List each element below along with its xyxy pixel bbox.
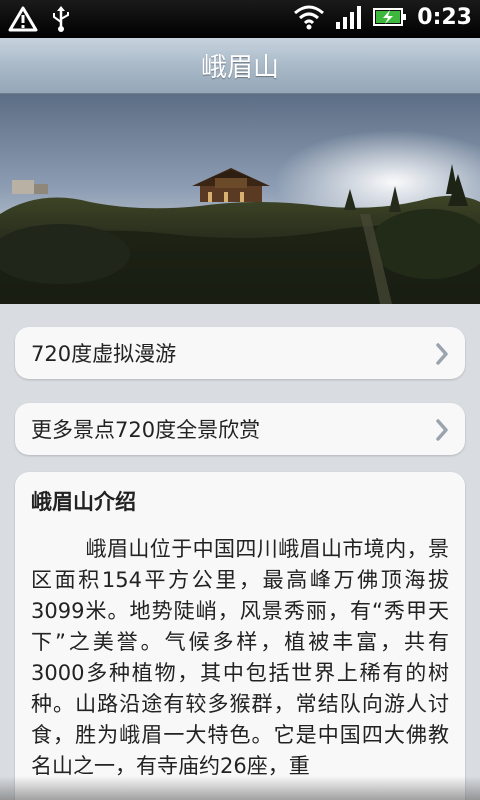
intro-card: 峨眉山介绍 峨眉山位于中国四川峨眉山市境内，景区面积154平方公里，最高峰万佛顶… xyxy=(15,472,465,800)
panorama-image[interactable] xyxy=(0,94,480,304)
chevron-right-icon xyxy=(436,419,448,441)
menu-item-more-panoramas[interactable]: 更多景点720度全景欣赏 xyxy=(15,403,465,455)
status-bar: 0:23 xyxy=(0,0,480,38)
menu-item-label: 更多景点720度全景欣赏 xyxy=(31,418,261,442)
warning-icon xyxy=(8,6,38,32)
battery-charging-icon xyxy=(373,8,407,26)
page-title: 峨眉山 xyxy=(200,53,279,83)
chevron-right-icon xyxy=(436,343,448,365)
usb-icon xyxy=(53,6,69,32)
clock: 0:23 xyxy=(417,4,472,30)
title-bar: 峨眉山 xyxy=(0,38,480,94)
menu-item-virtual-tour[interactable]: 720度虚拟漫游 xyxy=(15,327,465,379)
intro-body: 峨眉山位于中国四川峨眉山市境内，景区面积154平方公里，最高峰万佛顶海拔3099… xyxy=(31,537,449,778)
menu-item-label: 720度虚拟漫游 xyxy=(31,342,177,366)
wifi-icon xyxy=(294,5,325,30)
panorama-scene xyxy=(0,94,480,304)
scroll-fade xyxy=(0,776,480,800)
intro-title: 峨眉山介绍 xyxy=(31,490,136,514)
signal-icon xyxy=(336,6,362,29)
